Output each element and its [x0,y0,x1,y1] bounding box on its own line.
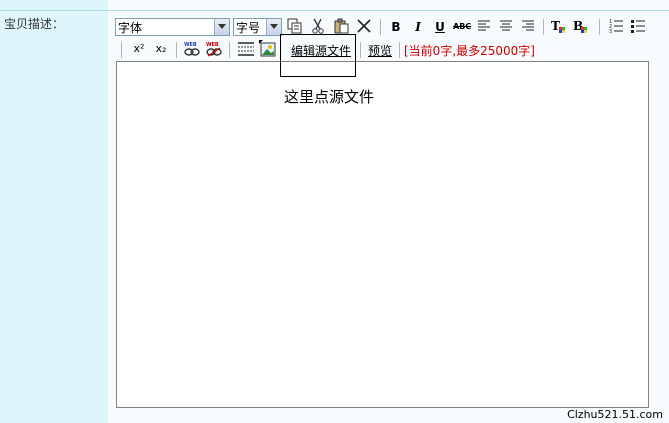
character-count: [当前0字,最多25000字] [404,44,535,58]
description-label: 宝贝描述： [4,17,65,31]
link-icon: WEB [184,42,200,56]
toolbar-separator [121,42,122,58]
divider [108,10,669,11]
align-center-icon [500,20,512,31]
text-color-button[interactable]: T [550,18,568,36]
bullet-list-icon [631,20,645,33]
table-icon [238,42,254,56]
svg-text:WEB: WEB [184,42,197,48]
remove-format-button[interactable] [355,18,373,36]
chevron-down-icon[interactable] [214,19,229,35]
divider [0,10,108,11]
watermark: Clzhu521.51.com [567,408,663,421]
insert-table-button[interactable] [237,40,255,58]
toolbar-separator [399,42,400,58]
clipboard-icon [334,18,349,34]
unlink-icon: WEB [206,42,222,57]
align-left-button[interactable] [475,18,493,36]
toolbar-separator [380,19,381,35]
chevron-down-icon[interactable] [266,19,281,35]
subscript-button[interactable]: x₂ [152,40,170,58]
remove-link-button[interactable]: WEB [205,40,223,58]
svg-text:T: T [551,19,560,33]
font-family-value: 字体 [118,21,143,35]
align-right-icon [522,20,534,31]
scissors-icon [312,18,324,34]
copy-icon [287,18,302,34]
unordered-list-button[interactable] [629,18,647,36]
toolbar-separator [176,42,177,58]
font-family-select[interactable]: 字体 [115,18,230,36]
toolbar-separator [543,19,544,35]
rich-text-editor[interactable] [116,61,649,408]
svg-text:WEB: WEB [206,42,219,48]
toolbar-separator [599,19,600,35]
annotation-box [280,34,356,77]
background-color-button[interactable]: B [572,18,590,36]
font-size-select[interactable]: 字号 [233,18,282,36]
toolbar-separator [229,42,230,58]
close-icon [357,19,371,33]
ordered-list-button[interactable]: 123 [607,18,625,36]
insert-image-button[interactable] [259,40,277,58]
underline-button[interactable]: U [431,18,449,36]
bold-button[interactable]: B [387,18,405,36]
preview-button[interactable]: 预览 [368,42,392,59]
svg-text:3: 3 [609,29,612,34]
insert-link-button[interactable]: WEB [183,40,201,58]
align-left-icon [478,20,490,31]
align-center-button[interactable] [497,18,515,36]
label-column [0,0,108,423]
annotation-text: 这里点源文件 [284,88,375,106]
align-right-button[interactable] [519,18,537,36]
toolbar-separator [360,42,361,58]
superscript-button[interactable]: x² [130,40,148,58]
ordered-list-icon: 123 [609,19,623,35]
italic-button[interactable]: I [409,18,427,36]
highlight-color-icon: B [573,19,587,33]
image-icon [259,40,276,57]
text-color-icon: T [551,19,565,33]
font-size-value: 字号 [236,21,261,35]
strikethrough-button[interactable]: ABC [453,18,471,36]
